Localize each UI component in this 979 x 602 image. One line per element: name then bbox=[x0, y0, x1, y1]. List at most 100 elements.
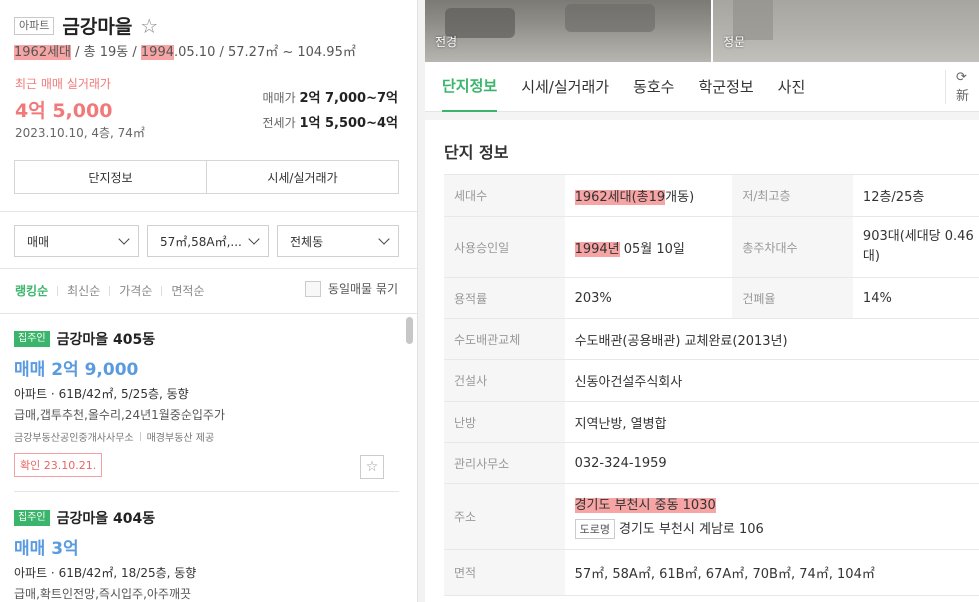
sort-options: 랭킹순 최신순 가격순 면적순 bbox=[15, 282, 205, 299]
divider bbox=[14, 491, 399, 492]
approval-highlight: 1994년 bbox=[574, 241, 620, 257]
section-divider bbox=[425, 112, 979, 120]
listing-scrollbar[interactable] bbox=[404, 315, 414, 602]
complex-name: 금강마을 bbox=[62, 16, 133, 38]
photo-gate-label: 정문 bbox=[723, 35, 746, 49]
table-row: 세대수 1962세대(총19개동) 저/최고층 12층/25층 bbox=[444, 174, 979, 217]
floors-label: 저/최고층 bbox=[732, 174, 853, 217]
table-row: 관리사무소 032-324-1959 bbox=[444, 442, 979, 484]
trade-type-select[interactable]: 매매 bbox=[14, 225, 139, 257]
table-row: 용적률 203% 건폐율 14% bbox=[444, 277, 979, 319]
listing-name: 금강마을 405동 bbox=[56, 332, 156, 348]
photo-exterior[interactable]: 전경 bbox=[425, 0, 711, 62]
pipe-label: 수도배관교체 bbox=[444, 318, 565, 360]
building-count: / 총 19동 / bbox=[71, 45, 141, 60]
market-price-button[interactable]: 시세/실거래가 bbox=[206, 161, 398, 193]
scrollbar-thumb[interactable] bbox=[406, 317, 413, 344]
listing-desc: 아파트 · 61B/42㎡, 5/25층, 동향 bbox=[14, 387, 189, 401]
tab-complex-info[interactable]: 단지정보 bbox=[442, 62, 498, 112]
jeonse-price-label: 전세가 bbox=[262, 116, 296, 130]
listing-agent: 금강부동산공인중개사사무소 매경부동산 제공 bbox=[14, 429, 399, 444]
jeonse-price-value: 1억 5,500~4억 bbox=[299, 116, 398, 131]
sort-latest[interactable]: 최신순 bbox=[67, 282, 100, 299]
road-name-tag: 도로명 bbox=[574, 519, 615, 539]
divider bbox=[0, 268, 417, 269]
bcr-label: 건폐율 bbox=[732, 277, 853, 319]
office-value: 032-324-1959 bbox=[564, 442, 979, 484]
detail-panel: 전경 정문 단지정보 시세/실거래가 동호수 학군정보 사진 ⟳ 新 단지 정보… bbox=[425, 0, 979, 602]
bcr-value: 14% bbox=[852, 277, 979, 319]
divider bbox=[0, 211, 417, 212]
households-value: 1962세대(총19개동) bbox=[564, 174, 733, 217]
tab-photos[interactable]: 사진 bbox=[778, 62, 806, 112]
complex-summary: 1962세대 / 총 19동 / 1994.05.10 / 57.27㎡ ~ 1… bbox=[14, 41, 356, 60]
approval-year: 1994 bbox=[140, 45, 174, 60]
approval-label: 사용승인일 bbox=[444, 216, 565, 278]
table-row: 사용승인일 1994년 05월 10일 총주차대수 903대(세대당 0.46대… bbox=[444, 216, 979, 278]
table-row: 수도배관교체 수도배관(공용배관) 교체완료(2013년) bbox=[444, 318, 979, 360]
far-value: 203% bbox=[564, 277, 733, 319]
complex-info-button[interactable]: 단지정보 bbox=[15, 161, 206, 193]
panel-gap bbox=[418, 0, 425, 602]
sale-price-range: 매매가 2억 7,000~7억 bbox=[262, 87, 398, 106]
complex-info-table: 세대수 1962세대(총19개동) 저/최고층 12층/25층 사용승인일 19… bbox=[444, 174, 979, 596]
listing-item[interactable]: 집주인 금강마을 405동 매매 2억 9,000 아파트 · 61B/42㎡,… bbox=[14, 329, 399, 489]
listing-desc: 아파트 · 61B/42㎡, 18/25층, 동향 bbox=[14, 566, 197, 580]
refresh-button[interactable]: ⟳ 新 bbox=[945, 70, 979, 104]
owner-tag: 집주인 bbox=[14, 510, 50, 526]
group-same-listings[interactable]: 동일매물 묶기 bbox=[304, 280, 398, 297]
photo-strip: 전경 정문 bbox=[425, 0, 979, 62]
section-title: 단지 정보 bbox=[444, 143, 509, 162]
area-select[interactable]: 57㎡,58A㎡,... bbox=[147, 225, 269, 257]
builder-value: 신동아건설주식회사 bbox=[564, 359, 979, 402]
tab-units[interactable]: 동호수 bbox=[633, 62, 674, 112]
owner-tag: 집주인 bbox=[14, 331, 50, 347]
households-rest: 개동) bbox=[665, 190, 695, 205]
jeonse-price-range: 전세가 1억 5,500~4억 bbox=[262, 112, 398, 131]
sort-ranking[interactable]: 랭킹순 bbox=[15, 282, 48, 299]
table-row: 면적 57㎡, 58A㎡, 61B㎡, 67A㎡, 70B㎡, 74㎡, 104… bbox=[444, 549, 979, 596]
sale-price-value: 2억 7,000~7억 bbox=[299, 91, 398, 106]
provider-name: 매경부동산 제공 bbox=[146, 433, 215, 444]
confirm-date-badge: 확인 23.10.21. bbox=[14, 453, 103, 477]
listing-name: 금강마을 404동 bbox=[56, 511, 156, 527]
table-row: 주소 경기도 부천시 중동 1030 도로명 경기도 부천시 계남로 106 bbox=[444, 483, 979, 550]
building-select[interactable]: 전체동 bbox=[277, 225, 399, 257]
sort-price[interactable]: 가격순 bbox=[119, 282, 152, 299]
area-value: 57㎡,58A㎡,... bbox=[160, 234, 242, 249]
group-label: 동일매물 묶기 bbox=[327, 282, 398, 296]
households-label: 세대수 bbox=[444, 174, 565, 217]
listing-item[interactable]: 집주인 금강마을 404동 매매 3억 아파트 · 61B/42㎡, 18/25… bbox=[14, 508, 399, 602]
table-row: 난방 지역난방, 열병합 bbox=[444, 401, 979, 443]
trade-type-value: 매매 bbox=[27, 234, 50, 249]
sort-area[interactable]: 면적순 bbox=[171, 282, 204, 299]
chevron-down-icon bbox=[248, 233, 260, 245]
divider bbox=[0, 313, 417, 314]
recent-trade-price: 4억 5,000 bbox=[15, 100, 113, 122]
complex-action-buttons: 단지정보 시세/실거래가 bbox=[14, 160, 399, 194]
chevron-down-icon bbox=[378, 233, 390, 245]
tab-school[interactable]: 학군정보 bbox=[698, 62, 753, 112]
filter-bar: 매매 57㎡,58A㎡,... 전체동 bbox=[14, 225, 399, 257]
agent-name: 금강부동산공인중개사사무소 bbox=[14, 433, 134, 444]
recent-trade-label: 최근 매매 실거래가 bbox=[15, 77, 111, 91]
favorite-star-icon[interactable]: ☆ bbox=[140, 16, 158, 36]
chevron-down-icon bbox=[118, 233, 130, 245]
listing-panel: 아파트 금강마을 ☆ 1962세대 / 총 19동 / 1994.05.10 /… bbox=[0, 0, 418, 602]
approval-value: 1994년 05월 10일 bbox=[564, 216, 733, 278]
property-type-badge: 아파트 bbox=[14, 16, 55, 35]
photo-exterior-label: 전경 bbox=[435, 35, 458, 49]
pipe-value: 수도배관(공용배관) 교체완료(2013년) bbox=[564, 318, 979, 360]
listing-note: 급매,확트인전망,즉시입주,아주깨끗 bbox=[14, 587, 192, 601]
photo-gate[interactable]: 정문 bbox=[711, 0, 979, 62]
floors-value: 12층/25층 bbox=[852, 174, 979, 217]
address-cell: 경기도 부천시 중동 1030 도로명 경기도 부천시 계남로 106 bbox=[564, 483, 979, 550]
tab-market-price[interactable]: 시세/실거래가 bbox=[521, 62, 609, 112]
road-address-value: 경기도 부천시 계남로 106 bbox=[618, 522, 764, 537]
approval-rest: 05월 10일 bbox=[619, 241, 685, 257]
detail-tabs: 단지정보 시세/실거래가 동호수 학군정보 사진 bbox=[425, 62, 979, 112]
favorite-star-icon[interactable]: ☆ bbox=[360, 455, 384, 479]
listing-price: 매매 2억 9,000 bbox=[14, 360, 139, 380]
far-label: 용적률 bbox=[444, 277, 565, 319]
group-checkbox[interactable] bbox=[304, 280, 321, 297]
